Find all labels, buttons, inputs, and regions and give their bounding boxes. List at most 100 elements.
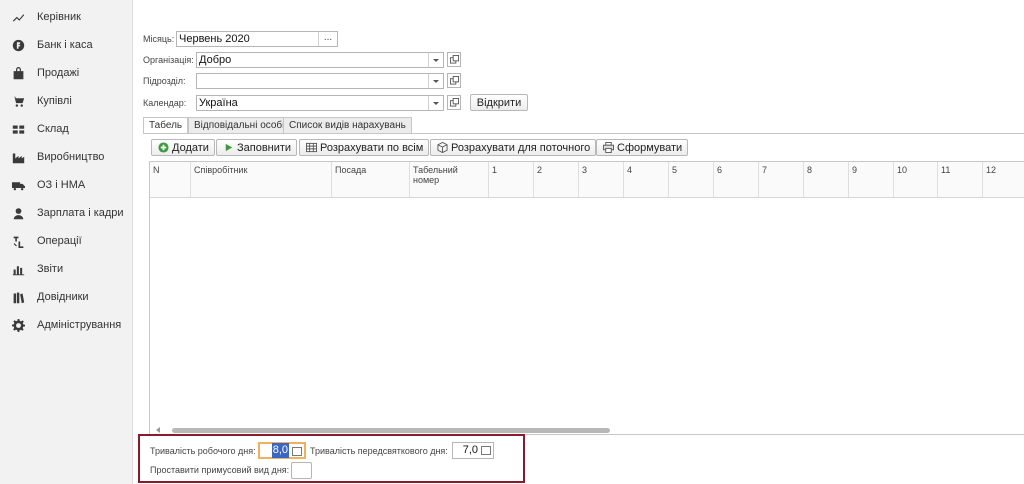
sidebar-item-label: Банк і каса [37, 39, 93, 51]
open-window-icon [449, 76, 459, 85]
open-button[interactable]: Відкрити [470, 94, 528, 111]
sidebar-item-administration[interactable]: Адміністрування [0, 313, 132, 337]
column-header-day-3[interactable]: 3 [579, 162, 624, 197]
column-header-day-5[interactable]: 5 [669, 162, 714, 197]
bag-icon [11, 66, 25, 80]
sidebar-item-label: Звіти [37, 263, 64, 275]
horizontal-scrollbar[interactable] [172, 428, 610, 433]
department-open-button[interactable] [447, 73, 461, 88]
calendar-value: Україна [199, 97, 238, 109]
department-dropdown-icon[interactable] [428, 74, 443, 88]
add-button[interactable]: Додати [151, 139, 215, 156]
calculate-current-button[interactable]: Розрахувати для поточного [430, 139, 597, 156]
column-header-day-6[interactable]: 6 [714, 162, 759, 197]
organization-open-button[interactable] [447, 52, 461, 67]
force-day-type-field[interactable] [291, 462, 312, 479]
sidebar-item-reports[interactable]: Звіти [0, 257, 132, 281]
sidebar-item-production[interactable]: Виробництво [0, 145, 132, 169]
organization-value: Добро [199, 54, 232, 66]
calendar-field[interactable]: Україна [196, 95, 444, 111]
generate-button[interactable]: Сформувати [596, 139, 689, 156]
column-header-day-9[interactable]: 9 [849, 162, 894, 197]
generate-button-label: Сформувати [617, 141, 683, 154]
preholiday-duration-field[interactable]: 7,0 [452, 442, 494, 459]
column-header-day-2[interactable]: 2 [534, 162, 579, 197]
trend-icon [11, 10, 25, 24]
table-header: N Співробітник Посада Табельний номер 1 … [150, 162, 1024, 198]
preholiday-duration-value: 7,0 [462, 444, 478, 456]
force-day-type-label: Проставити примусовий вид дня: [150, 465, 290, 475]
sidebar-item-manager[interactable]: Керівник [0, 5, 132, 29]
column-header-day-4[interactable]: 4 [624, 162, 669, 197]
tab-divider [143, 133, 1024, 134]
column-header-day-8[interactable]: 8 [804, 162, 849, 197]
tab-accrual-types[interactable]: Список видів нарахувань [283, 117, 412, 134]
scroll-left-arrow[interactable] [156, 427, 160, 433]
sidebar-item-sales[interactable]: Продажі [0, 61, 132, 85]
fill-button-label: Заповнити [237, 141, 292, 154]
add-icon [157, 142, 169, 154]
sidebar-item-label: Керівник [37, 11, 81, 23]
sidebar-item-label: Виробництво [37, 151, 105, 163]
month-label: Місяць: [143, 34, 175, 44]
calculator-icon[interactable] [292, 447, 302, 456]
month-value: Червень 2020 [179, 33, 250, 45]
operations-icon [11, 234, 25, 248]
sidebar-item-operations[interactable]: Операції [0, 229, 132, 253]
sidebar-item-salary[interactable]: Зарплата і кадри [0, 201, 132, 225]
workday-duration-label: Тривалість робочого дня: [150, 446, 256, 456]
column-header-day-1[interactable]: 1 [489, 162, 534, 197]
bar-chart-icon [11, 262, 25, 276]
open-window-icon [449, 55, 459, 64]
calendar-label: Календар: [143, 98, 187, 108]
column-header-day-12[interactable]: 12 [983, 162, 1024, 197]
column-header-day-11[interactable]: 11 [938, 162, 983, 197]
tab-timesheet[interactable]: Табель [143, 117, 189, 134]
sidebar-item-purchases[interactable]: Купівлі [0, 89, 132, 113]
column-header-employee[interactable]: Співробітник [191, 162, 332, 197]
bank-icon [11, 38, 25, 52]
sidebar-item-label: Зарплата і кадри [37, 207, 124, 219]
books-icon [11, 290, 25, 304]
sidebar: Керівник Банк і каса Продажі Купівлі Скл… [0, 0, 133, 484]
department-field[interactable] [196, 73, 444, 89]
column-header-tab-number[interactable]: Табельний номер [410, 162, 489, 197]
sidebar-item-label: Операції [37, 235, 82, 247]
bottom-settings-panel: Тривалість робочого дня: 8,0 Тривалість … [138, 434, 525, 483]
organization-dropdown-icon[interactable] [428, 53, 443, 67]
sidebar-item-label: Склад [37, 123, 69, 135]
column-header-day-7[interactable]: 7 [759, 162, 804, 197]
calendar-dropdown-icon[interactable] [428, 96, 443, 110]
timesheet-table: N Співробітник Посада Табельний номер 1 … [149, 161, 1024, 435]
add-button-label: Додати [172, 141, 209, 154]
play-icon [222, 142, 234, 154]
sidebar-item-fixed-assets[interactable]: ОЗ і НМА [0, 173, 132, 197]
fill-button[interactable]: Заповнити [216, 139, 298, 156]
calendar-open-button[interactable] [447, 95, 461, 110]
workday-duration-field[interactable]: 8,0 [258, 442, 306, 459]
sidebar-item-label: Адміністрування [37, 319, 122, 331]
organization-field[interactable]: Добро [196, 52, 444, 68]
sidebar-item-directories[interactable]: Довідники [0, 285, 132, 309]
column-header-day-10[interactable]: 10 [894, 162, 938, 197]
month-field[interactable]: Червень 2020 ... [176, 31, 338, 47]
factory-icon [11, 150, 25, 164]
column-header-n[interactable]: N [150, 162, 191, 197]
sidebar-item-bank[interactable]: Банк і каса [0, 33, 132, 57]
sidebar-item-label: Довідники [37, 291, 89, 303]
sidebar-item-warehouse[interactable]: Склад [0, 117, 132, 141]
calculator-icon[interactable] [481, 446, 491, 455]
calculate-current-label: Розрахувати для поточного [451, 141, 591, 154]
department-label: Підрозділ: [143, 76, 186, 86]
month-select-button[interactable]: ... [318, 32, 337, 46]
gear-icon [11, 318, 25, 332]
calculate-all-label: Розрахувати по всім [320, 141, 424, 154]
person-icon [11, 206, 25, 220]
column-header-position[interactable]: Посада [332, 162, 410, 197]
tab-responsible-persons[interactable]: Відповідальні особи [188, 117, 294, 134]
truck-icon [11, 178, 25, 192]
sidebar-item-label: Продажі [37, 67, 80, 79]
organization-label: Організація: [143, 55, 194, 65]
open-window-icon [449, 98, 459, 107]
calculate-all-button[interactable]: Розрахувати по всім [299, 139, 430, 156]
